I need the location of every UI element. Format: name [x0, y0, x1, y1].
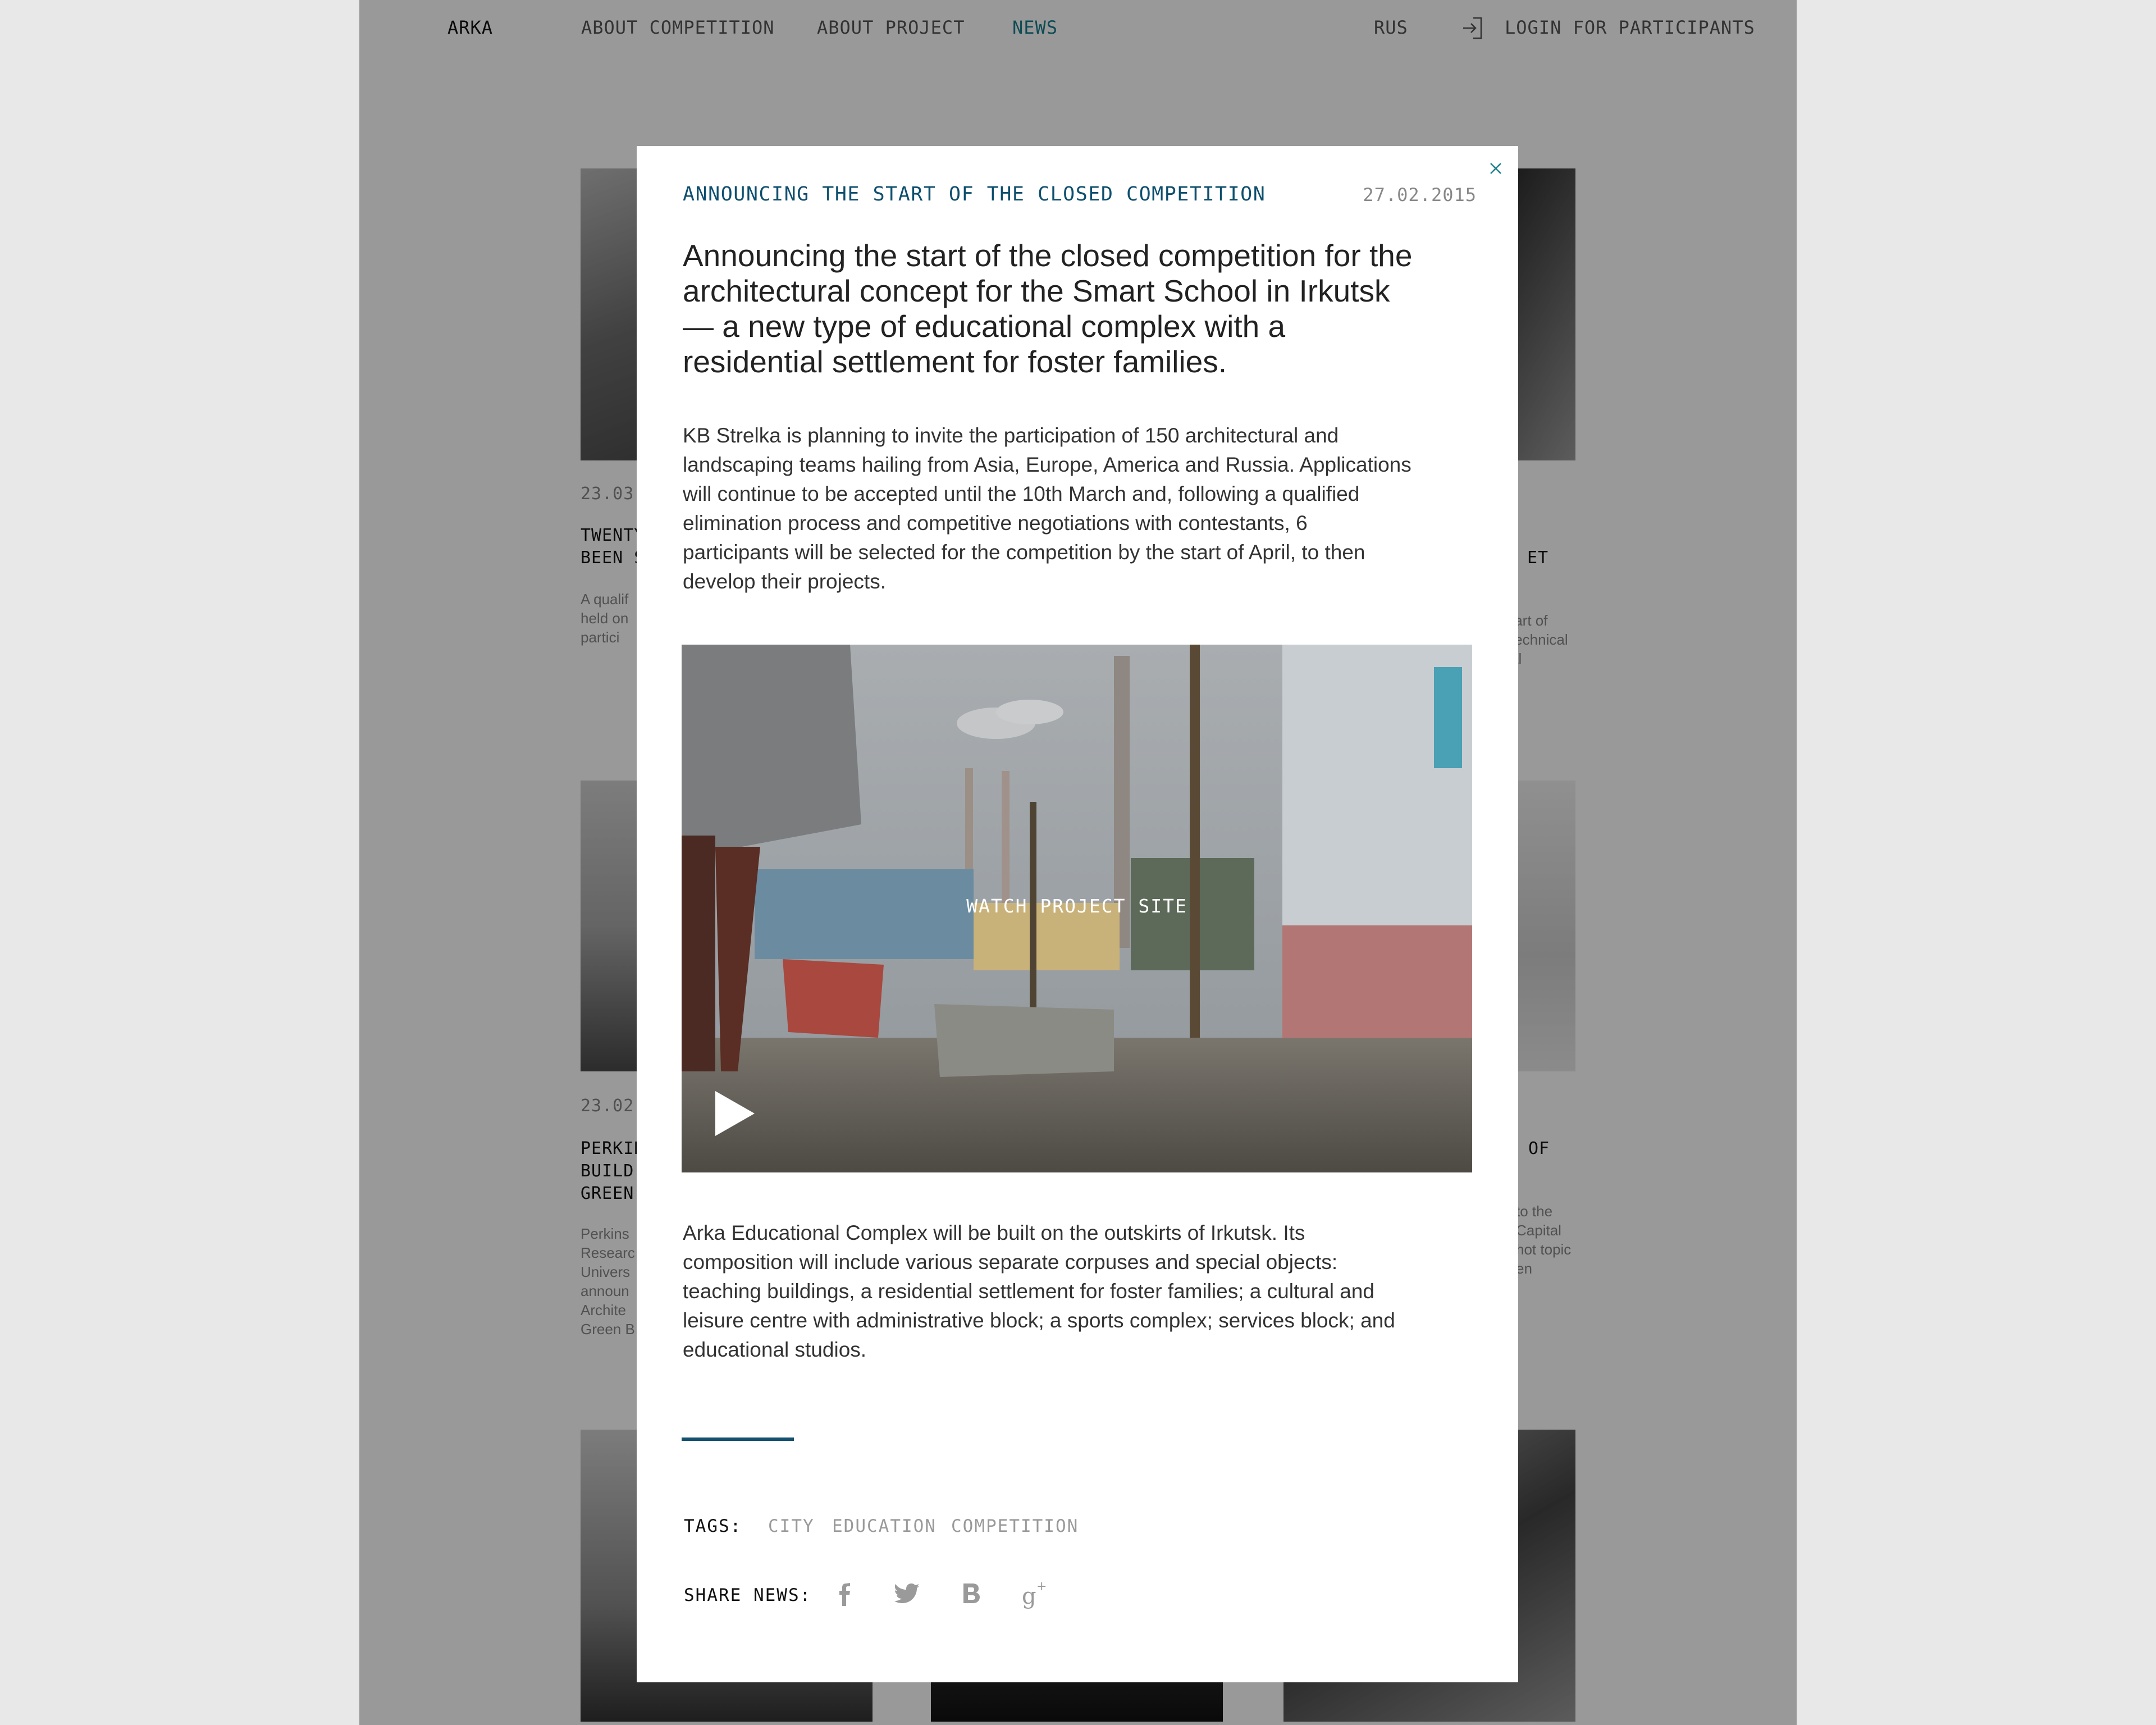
google-plus-icon[interactable]: g + [1018, 1578, 1050, 1609]
close-icon[interactable] [1486, 158, 1506, 179]
facebook-icon[interactable] [829, 1578, 860, 1609]
vk-icon[interactable] [956, 1578, 987, 1609]
tags-label: TAGS: [684, 1516, 742, 1536]
tag-city[interactable]: CITY [768, 1516, 815, 1536]
video-label[interactable]: WATCH PROJECT SITE [682, 895, 1472, 917]
news-headline: Announcing the start of the closed compe… [683, 238, 1413, 379]
news-kicker: ANNOUNCING THE START OF THE CLOSED COMPE… [683, 183, 1266, 206]
svg-text:g: g [1022, 1583, 1036, 1609]
play-icon[interactable] [715, 1091, 755, 1136]
share-label: SHARE NEWS: [684, 1585, 812, 1605]
svg-text:+: + [1036, 1580, 1047, 1594]
news-paragraph-1: KB Strelka is planning to invite the par… [683, 424, 1412, 593]
news-modal: ANNOUNCING THE START OF THE CLOSED COMPE… [637, 146, 1518, 1682]
project-video[interactable]: WATCH PROJECT SITE [682, 645, 1472, 1172]
news-date: 27.02.2015 [1363, 184, 1477, 206]
divider-line [682, 1438, 794, 1441]
news-paragraph-2: Arka Educational Complex will be built o… [683, 1221, 1395, 1361]
tag-education[interactable]: EDUCATION [832, 1516, 937, 1536]
tag-competition[interactable]: COMPETITION [951, 1516, 1079, 1536]
twitter-icon[interactable] [892, 1578, 923, 1609]
